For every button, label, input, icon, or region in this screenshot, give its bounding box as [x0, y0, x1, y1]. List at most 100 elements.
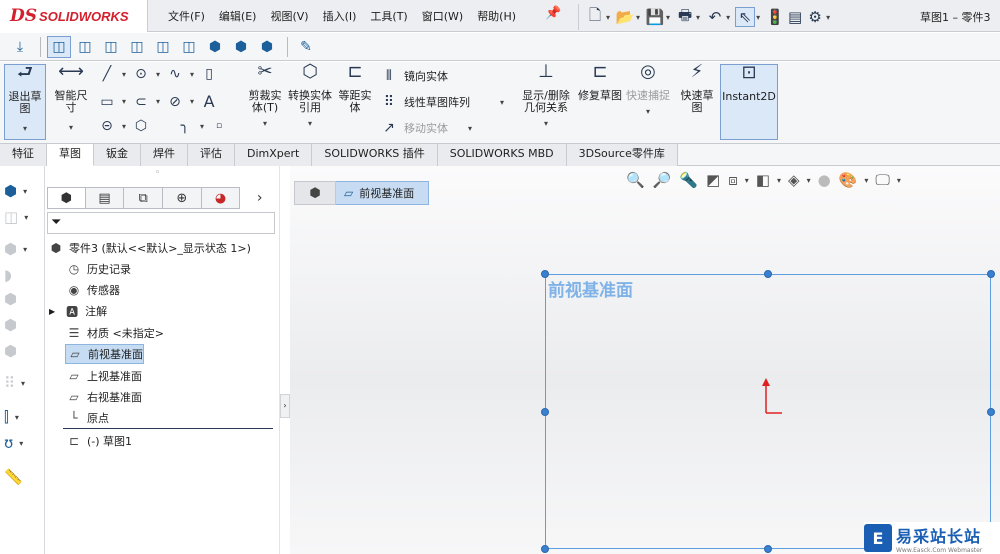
- normal-to-icon[interactable]: ⤓: [8, 36, 32, 58]
- tree-item-origin[interactable]: └ 原点: [65, 408, 109, 428]
- view-back-icon[interactable]: ◫: [99, 36, 123, 58]
- menu-tools[interactable]: 工具(T): [370, 8, 407, 24]
- circle-icon[interactable]: ⊙: [132, 66, 150, 82]
- new-dropdown-icon[interactable]: ▾: [606, 13, 610, 22]
- tree-item-sketch[interactable]: ⊏ (-) 草图1: [65, 431, 132, 451]
- view-isometric-icon[interactable]: ◫: [47, 35, 71, 58]
- new-file-icon[interactable]: 🗋: [585, 6, 605, 27]
- options-dropdown-icon[interactable]: ▾: [826, 13, 830, 22]
- tab-weldments[interactable]: 焊件: [141, 144, 188, 166]
- view-settings-dropdown-icon[interactable]: ▾: [897, 176, 901, 185]
- pane-splitter[interactable]: ›: [279, 166, 290, 554]
- save-dropdown-icon[interactable]: ▾: [666, 13, 670, 22]
- feature-manager-tab-icon[interactable]: ⬢: [47, 187, 86, 209]
- slot-icon[interactable]: ⊂: [132, 94, 150, 110]
- smart-dimension-dropdown-icon[interactable]: ▾: [50, 122, 92, 134]
- plane-handle[interactable]: [764, 270, 772, 278]
- display-manager-tab-icon[interactable]: ◕: [201, 187, 241, 209]
- panel-collapse-handle-icon[interactable]: ◦: [155, 168, 160, 178]
- view-orientation-icon[interactable]: ◧: [756, 171, 770, 189]
- tree-item-annotations[interactable]: ▶ 🅰 注解: [49, 301, 107, 321]
- tab-mbd[interactable]: SOLIDWORKS MBD: [437, 144, 567, 166]
- tab-features[interactable]: 特征: [0, 144, 47, 166]
- view-trimetric-icon[interactable]: ⬢: [255, 36, 279, 58]
- menu-file[interactable]: 文件(F): [168, 8, 205, 24]
- splitter-grip-icon[interactable]: ›: [280, 394, 290, 418]
- exit-sketch-dropdown-icon[interactable]: ▾: [5, 123, 45, 135]
- undo-icon[interactable]: ↶: [705, 7, 725, 27]
- vtoolbar-ref-geometry-icon[interactable]: ⫿ ▾: [4, 408, 19, 426]
- vtoolbar-curves-dropdown-icon[interactable]: ▾: [19, 439, 23, 448]
- plane-handle[interactable]: [541, 408, 549, 416]
- view-orientation-dropdown-icon[interactable]: ▾: [777, 176, 781, 185]
- view-left-icon[interactable]: ◫: [125, 36, 149, 58]
- circle-dropdown-icon[interactable]: ▾: [156, 70, 160, 79]
- ellipse-icon[interactable]: ⊘: [166, 94, 184, 110]
- view-right-icon[interactable]: ◫: [151, 36, 175, 58]
- dynamic-annotation-dropdown-icon[interactable]: ▾: [745, 176, 749, 185]
- tree-item-right-plane[interactable]: ▱ 右视基准面: [65, 387, 142, 407]
- tab-dimxpert[interactable]: DimXpert: [235, 144, 313, 166]
- plane-handle[interactable]: [764, 545, 772, 553]
- convert-entities-button[interactable]: ⬡ 转换实体引用 ▾: [288, 63, 332, 140]
- linear-pattern-button[interactable]: ⠿ 线性草图阵列 ▾: [380, 94, 504, 110]
- previous-view-icon[interactable]: 🔦: [679, 171, 698, 189]
- slot-dropdown-icon[interactable]: ▾: [156, 97, 160, 106]
- display-style-icon[interactable]: ◈: [788, 171, 800, 189]
- zoom-to-area-icon[interactable]: 🔎: [653, 171, 672, 189]
- tab-addins[interactable]: SOLIDWORKS 插件: [312, 144, 438, 166]
- point-icon[interactable]: ▫: [210, 121, 228, 131]
- save-icon[interactable]: 💾: [645, 7, 665, 27]
- convert-dropdown-icon[interactable]: ▾: [288, 118, 332, 130]
- tree-item-top-plane[interactable]: ▱ 上视基准面: [65, 366, 142, 386]
- tab-evaluate[interactable]: 评估: [188, 144, 235, 166]
- graphics-area[interactable]: ⬢ ▱ 前视基准面 🔍 🔎 🔦 ◩ ⧈ ▾ ◧ ▾ ◈ ▾ ● 🎨 ▾ 🖵 ▾ 前视基准面: [290, 166, 1000, 554]
- tree-item-sensors[interactable]: ◉ 传感器: [65, 280, 120, 300]
- breadcrumb-item[interactable]: ▱ 前视基准面: [336, 181, 430, 205]
- vtoolbar-part-icon[interactable]: ⬢ ▾: [4, 182, 27, 200]
- spline-icon[interactable]: ∿: [166, 66, 184, 82]
- tab-sketch[interactable]: 草图: [47, 144, 94, 166]
- configuration-manager-tab-icon[interactable]: ⧉: [124, 187, 164, 209]
- line-dropdown-icon[interactable]: ▾: [122, 70, 126, 79]
- menu-window[interactable]: 窗口(W): [422, 8, 463, 24]
- repair-sketch-button[interactable]: ⊏ 修复草图: [578, 63, 622, 140]
- smart-dimension-button[interactable]: ⟷ 智能尺寸 ▾: [50, 63, 92, 140]
- print-dropdown-icon[interactable]: ▾: [696, 13, 700, 22]
- expand-arrow-icon[interactable]: ▶: [49, 307, 55, 316]
- open-dropdown-icon[interactable]: ▾: [636, 13, 640, 22]
- view-front-icon[interactable]: ◫: [73, 36, 97, 58]
- dimxpert-manager-tab-icon[interactable]: ⊕: [163, 187, 202, 209]
- view-settings-monitor-icon[interactable]: 🖵: [875, 171, 889, 189]
- straight-slot-icon[interactable]: ⊝: [98, 118, 116, 134]
- hide-show-items-icon[interactable]: ●: [818, 171, 831, 189]
- select-pointer-icon[interactable]: ⇖: [735, 7, 756, 27]
- exit-sketch-button[interactable]: ⮐ 退出草图 ▾: [4, 64, 46, 140]
- straight-slot-dropdown-icon[interactable]: ▾: [122, 122, 126, 131]
- rectangle-icon[interactable]: ▭: [98, 94, 116, 110]
- edit-appearance-icon[interactable]: 🎨: [839, 171, 858, 189]
- plane-handle[interactable]: [987, 270, 995, 278]
- vtoolbar-curves-icon[interactable]: ʊ ▾: [4, 434, 23, 452]
- spline-dropdown-icon[interactable]: ▾: [190, 70, 194, 79]
- text-a-icon[interactable]: A: [200, 92, 218, 111]
- instant2d-button[interactable]: ⊡ Instant2D: [720, 64, 778, 140]
- edit-appearance-dropdown-icon[interactable]: ▾: [864, 176, 868, 185]
- menu-view[interactable]: 视图(V): [270, 8, 308, 24]
- fillet-icon[interactable]: ╮: [176, 118, 194, 134]
- display-delete-relations-button[interactable]: ⊥ 显示/删除几何关系 ▾: [518, 63, 574, 140]
- select-dropdown-icon[interactable]: ▾: [756, 13, 760, 22]
- trim-dropdown-icon[interactable]: ▾: [244, 118, 286, 130]
- view-dimetric-icon[interactable]: ⬢: [229, 36, 253, 58]
- linear-pattern-dropdown-icon[interactable]: ▾: [500, 98, 504, 107]
- vtoolbar-measure-icon[interactable]: 📏: [4, 468, 23, 486]
- menu-edit[interactable]: 编辑(E): [219, 8, 257, 24]
- view-bottom-icon[interactable]: ⬢: [203, 36, 227, 58]
- property-manager-tab-icon[interactable]: ▤: [85, 187, 125, 209]
- undo-dropdown-icon[interactable]: ▾: [726, 13, 730, 22]
- tab-3dsource[interactable]: 3DSource零件库: [566, 144, 678, 166]
- panel-tabs-more-icon[interactable]: ›: [240, 187, 279, 209]
- section-view-icon[interactable]: ◩: [706, 171, 720, 189]
- rectangle-dropdown-icon[interactable]: ▾: [122, 97, 126, 106]
- pin-icon[interactable]: 📌: [545, 6, 561, 21]
